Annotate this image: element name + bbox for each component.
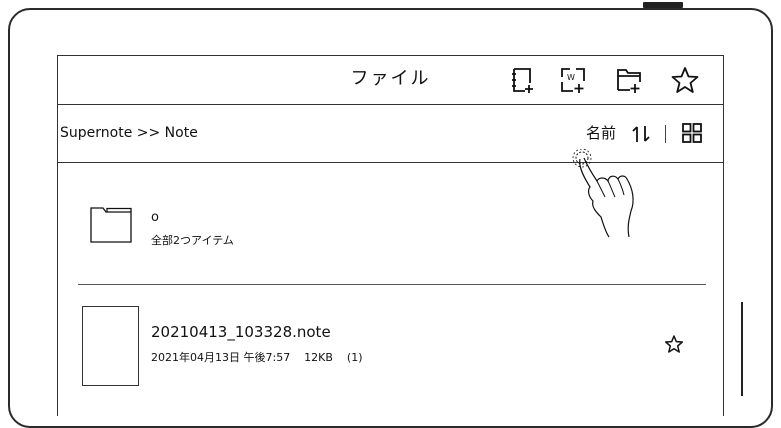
sort-arrows-icon (632, 126, 650, 142)
folder-item-count: 全部2つアイテム (151, 234, 234, 247)
new-notebook-icon (512, 68, 533, 93)
tap-hand-illustration (563, 149, 645, 239)
list-item-note[interactable]: 20210413_103328.note 2021年04月13日 午後7:57 … (58, 285, 723, 416)
note-thumbnail (82, 306, 139, 386)
folder-name: o (151, 210, 159, 225)
new-document-button[interactable]: W (558, 65, 588, 95)
note-name: 20210413_103328.note (151, 323, 331, 341)
note-meta: 2021年04月13日 午後7:57 12KB (1) (151, 351, 363, 364)
new-note-button[interactable] (507, 65, 537, 95)
new-folder-icon (617, 69, 641, 93)
power-button (643, 2, 683, 8)
side-slider (741, 302, 743, 396)
grid-view-icon (682, 123, 702, 143)
breadcrumb[interactable]: Supernote >> Note (60, 105, 198, 162)
header: ファイル W (58, 56, 723, 105)
new-folder-button[interactable] (614, 65, 644, 95)
screen: ファイル W Supernote >> Note 名前 o 全部2つアイテム 2… (57, 55, 724, 416)
doc-letter: W (567, 73, 575, 82)
new-doc-icon: W (561, 68, 585, 93)
star-icon (671, 67, 699, 93)
folder-icon (90, 207, 132, 243)
grid-view-button[interactable] (681, 122, 703, 144)
star-icon (664, 335, 684, 353)
toolbar-separator (665, 125, 666, 143)
favorites-button[interactable] (670, 65, 700, 95)
note-favorite-button[interactable] (664, 334, 684, 354)
sort-order-button[interactable] (631, 124, 653, 144)
